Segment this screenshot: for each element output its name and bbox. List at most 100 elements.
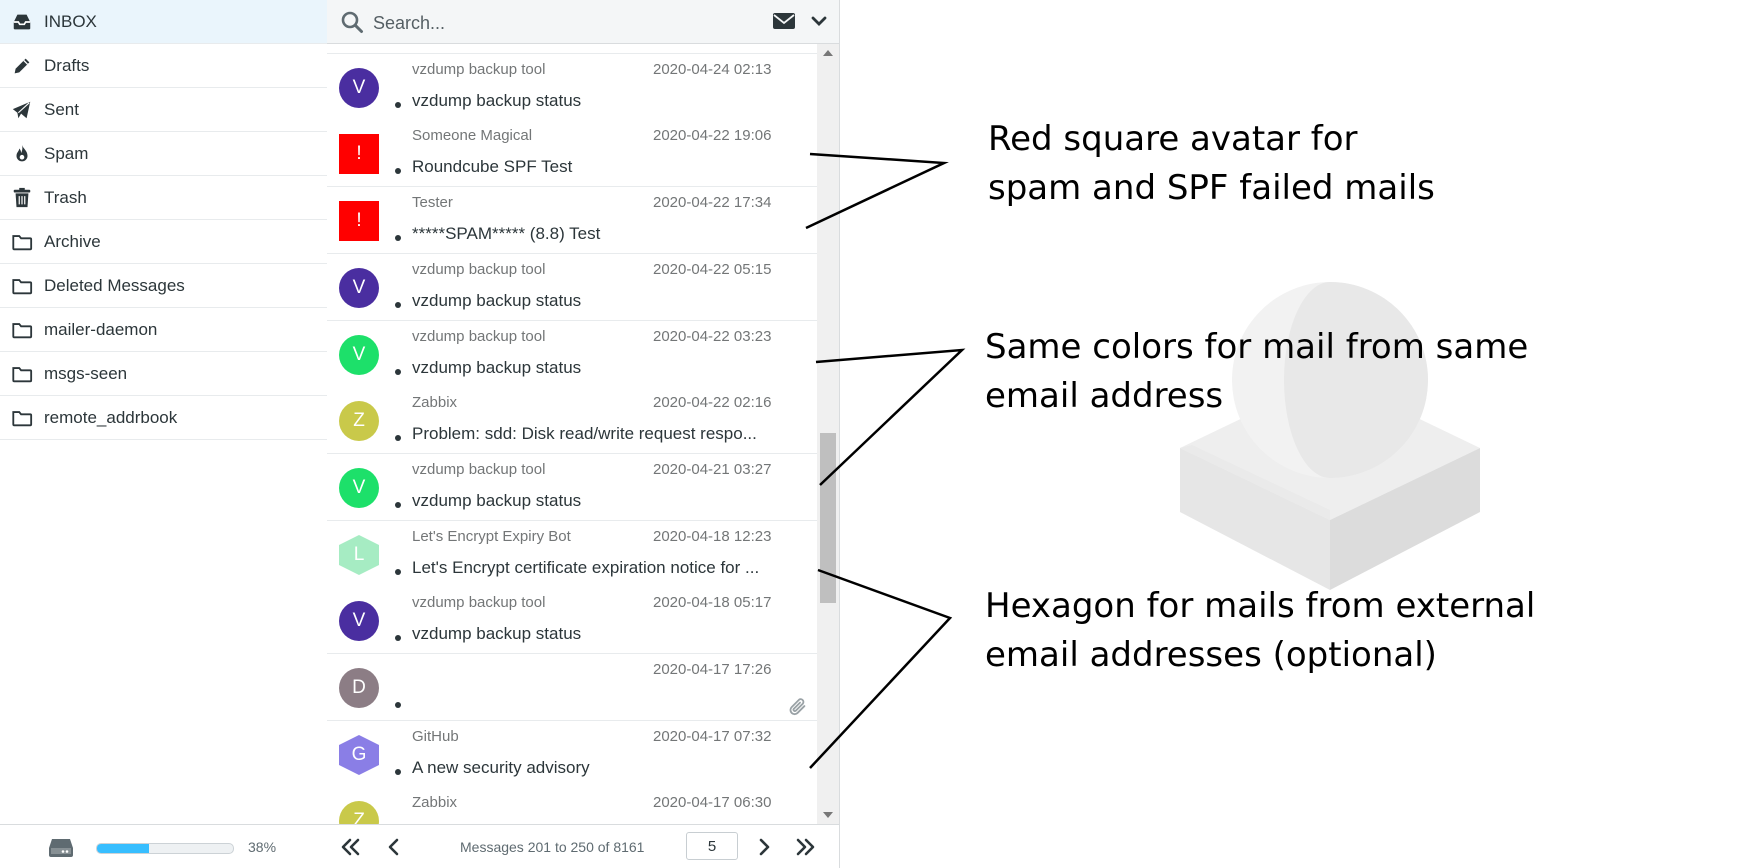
- sender-avatar: G: [339, 735, 379, 775]
- quota-fill: [97, 844, 149, 853]
- sender-avatar: !: [339, 201, 379, 241]
- paperclip-icon: [789, 698, 806, 716]
- folder-item-trash[interactable]: Trash: [0, 176, 327, 220]
- avatar-initial: !: [356, 143, 362, 164]
- page-number-input[interactable]: [686, 832, 738, 860]
- sender-avatar: V: [339, 268, 379, 308]
- quota-indicator: 38%: [0, 824, 327, 868]
- message-date: 2020-04-24 02:13: [653, 61, 772, 78]
- sender-avatar: !: [339, 134, 379, 174]
- envelope-icon[interactable]: [772, 11, 796, 31]
- message-row[interactable]: Vvzdump backup tool 2020-04-22 03:23 vzdum…: [327, 321, 817, 388]
- message-row[interactable]: G GitHub 2020-04-17 07:32 A new security ad…: [327, 721, 817, 788]
- scroll-down-arrow[interactable]: [823, 812, 833, 818]
- avatar-initial: G: [351, 744, 367, 765]
- sender-avatar: L: [339, 535, 379, 575]
- folder-item-drafts[interactable]: Drafts: [0, 44, 327, 88]
- unread-dot: [395, 102, 401, 108]
- message-row[interactable]: Vvzdump backup tool 2020-04-18 05:17 vzdum…: [327, 587, 817, 654]
- message-row[interactable]: L Let's Encrypt Expiry Bot 2020-04-18 12:2…: [327, 521, 817, 588]
- message-row[interactable]: D 2020-04-17 17:26: [327, 654, 817, 721]
- previous-page-icon[interactable]: [382, 835, 406, 859]
- sender-avatar: V: [339, 68, 379, 108]
- folder-item-mailer-daemon[interactable]: mailer-daemon: [0, 308, 327, 352]
- sender-avatar: V: [339, 468, 379, 508]
- unread-dot: [395, 235, 401, 241]
- annotation-red-square: Red square avatar for spam and SPF faile…: [988, 119, 1435, 208]
- folder-icon: [12, 279, 33, 295]
- folder-icon: [12, 323, 33, 339]
- folder-item-deleted-messages[interactable]: Deleted Messages: [0, 264, 327, 308]
- folder-item-sent[interactable]: Sent: [0, 88, 327, 132]
- message-date: 2020-04-22 02:16: [653, 394, 772, 411]
- avatar-initial: V: [352, 610, 366, 631]
- folder-label: mailer-daemon: [44, 320, 158, 339]
- unread-dot: [395, 569, 401, 575]
- message-subject: vzdump backup status: [412, 291, 582, 310]
- message-subject: A new security advisory: [412, 758, 590, 777]
- search-icon[interactable]: [340, 10, 364, 34]
- avatar-initial: L: [353, 544, 365, 565]
- sender-avatar: Z: [339, 801, 379, 824]
- message-row[interactable]: Z Zabbix 2020-04-17 06:30: [327, 787, 817, 824]
- message-date: 2020-04-17 07:32: [653, 728, 772, 745]
- message-subject: *****SPAM***** (8.8) Test: [412, 224, 601, 243]
- folder-item-spam[interactable]: Spam: [0, 132, 327, 176]
- scroll-up-arrow[interactable]: [823, 50, 833, 56]
- sender-name: vzdump backup tool: [412, 261, 546, 278]
- message-subject: vzdump backup status: [412, 358, 582, 377]
- unread-dot: [395, 502, 401, 508]
- scroll-thumb[interactable]: [820, 433, 836, 603]
- sender-name: Zabbix: [412, 394, 458, 411]
- sender-name: Let's Encrypt Expiry Bot: [412, 528, 571, 545]
- message-list-panel: vzdump backup status Vvzdump backup tool 2…: [327, 0, 840, 868]
- first-page-icon[interactable]: [339, 835, 363, 859]
- message-list-scrollbar[interactable]: [817, 44, 839, 824]
- folder-icon: [12, 367, 33, 383]
- message-subject: vzdump backup status: [412, 491, 582, 510]
- search-bar: [327, 0, 839, 44]
- message-subject: vzdump backup status: [412, 91, 582, 110]
- folder-item-remote-addrbook[interactable]: remote_addrbook: [0, 396, 327, 440]
- sender-name: vzdump backup tool: [412, 461, 546, 478]
- trash-icon: [13, 187, 31, 208]
- message-subject: Roundcube SPF Test: [412, 157, 573, 176]
- message-row[interactable]: Vvzdump backup tool 2020-04-22 05:15 vzdum…: [327, 254, 817, 321]
- avatar-initial: V: [352, 277, 366, 298]
- unread-dot: [395, 168, 401, 174]
- message-subject: Let's Encrypt certificate expiration not…: [412, 558, 760, 577]
- sender-avatar: Z: [339, 401, 379, 441]
- message-row[interactable]: ! Someone Magical 2020-04-22 19:06 Roundcub…: [327, 120, 817, 187]
- pencil-icon: [14, 58, 30, 74]
- last-page-icon[interactable]: [793, 835, 817, 859]
- avatar-initial: Z: [353, 810, 365, 824]
- folder-item-inbox[interactable]: INBOX: [0, 0, 327, 44]
- folder-item-msgs-seen[interactable]: msgs-seen: [0, 352, 327, 396]
- paper-plane-icon: [12, 101, 31, 119]
- message-date: 2020-04-21 03:27: [653, 461, 772, 478]
- message-row[interactable]: vzdump backup status: [327, 44, 817, 54]
- message-row[interactable]: ! Tester 2020-04-22 17:34 *****SPAM***** (8…: [327, 187, 817, 254]
- message-date: 2020-04-18 12:23: [653, 528, 772, 545]
- inbox-icon: [13, 14, 31, 30]
- folder-item-archive[interactable]: Archive: [0, 220, 327, 264]
- chevron-down-icon[interactable]: [811, 13, 827, 29]
- message-date: 2020-04-18 05:17: [653, 594, 772, 611]
- folder-label: remote_addrbook: [44, 408, 178, 427]
- message-row[interactable]: Vvzdump backup tool 2020-04-21 03:27 vzdum…: [327, 454, 817, 521]
- annotation-same-colors: Same colors for mail from same email add…: [985, 327, 1529, 416]
- sender-name: vzdump backup tool: [412, 594, 546, 611]
- folder-label: Spam: [44, 144, 89, 163]
- search-input[interactable]: [371, 8, 695, 38]
- quota-percent: 38%: [248, 839, 277, 855]
- message-date: 2020-04-17 06:30: [653, 794, 772, 811]
- next-page-icon[interactable]: [752, 835, 776, 859]
- folder-label: INBOX: [44, 12, 97, 31]
- message-row[interactable]: Z Zabbix 2020-04-22 02:16 Problem: sdd: Dis…: [327, 387, 817, 454]
- sender-avatar: D: [339, 668, 379, 708]
- unread-dot: [395, 435, 401, 441]
- avatar-initial: V: [352, 77, 366, 98]
- message-date: 2020-04-22 19:06: [653, 127, 772, 144]
- message-row[interactable]: Vvzdump backup tool 2020-04-24 02:13 vzdum…: [327, 54, 817, 121]
- unread-dot: [395, 769, 401, 775]
